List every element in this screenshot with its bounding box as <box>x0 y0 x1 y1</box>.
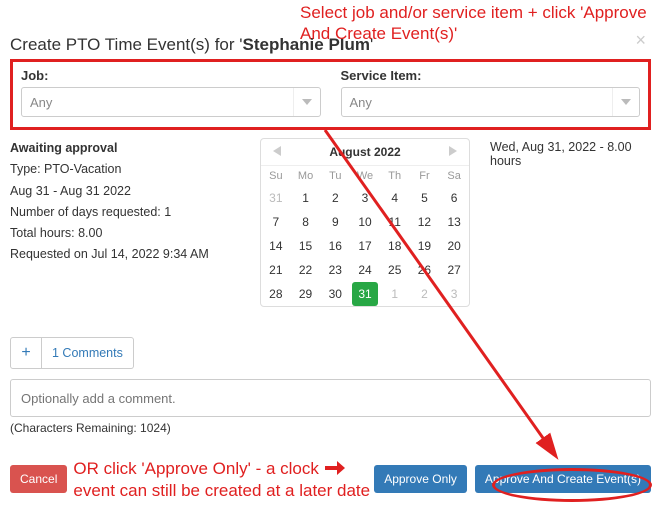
calendar-day[interactable]: 25 <box>380 258 410 282</box>
characters-remaining: (Characters Remaining: 1024) <box>10 421 651 435</box>
annotation-mid: OR click 'Approve Only' - a clock event … <box>73 457 370 501</box>
selected-day-info: Wed, Aug 31, 2022 - 8.00 hours <box>480 138 651 307</box>
calendar-day[interactable]: 30 <box>320 282 350 306</box>
calendar-day[interactable]: 14 <box>261 234 291 258</box>
detail-range: Aug 31 - Aug 31 2022 <box>10 181 250 202</box>
calendar-dow: Su <box>261 166 291 186</box>
calendar-dow: Sa <box>439 166 469 186</box>
detail-hours: Total hours: 8.00 <box>10 223 250 244</box>
calendar-day[interactable]: 6 <box>439 186 469 210</box>
calendar-day[interactable]: 2 <box>410 282 440 306</box>
job-service-highlight: Job: Any Service Item: Any <box>10 59 651 130</box>
request-details: Awaiting approval Type: PTO-Vacation Aug… <box>10 138 250 307</box>
calendar-day[interactable]: 19 <box>410 234 440 258</box>
calendar-day[interactable]: 11 <box>380 210 410 234</box>
service-item-value: Any <box>350 95 372 110</box>
calendar-day[interactable]: 23 <box>320 258 350 282</box>
calendar-day[interactable]: 18 <box>380 234 410 258</box>
calendar-day[interactable]: 9 <box>320 210 350 234</box>
calendar-day[interactable]: 26 <box>410 258 440 282</box>
calendar-dow: Th <box>380 166 410 186</box>
calendar-day[interactable]: 4 <box>380 186 410 210</box>
calendar-day[interactable]: 24 <box>350 258 380 282</box>
add-comment-button[interactable]: + <box>10 337 42 369</box>
calendar-day[interactable]: 31 <box>352 282 378 306</box>
detail-type: Type: PTO-Vacation <box>10 159 250 180</box>
comments-link[interactable]: 1 Comments <box>42 337 134 369</box>
approve-only-button[interactable]: Approve Only <box>374 465 467 493</box>
detail-requested: Requested on Jul 14, 2022 9:34 AM <box>10 244 250 265</box>
calendar-prev-icon[interactable] <box>269 145 285 159</box>
calendar-day[interactable]: 3 <box>439 282 469 306</box>
close-icon[interactable]: × <box>635 30 646 51</box>
chevron-down-icon <box>612 88 631 116</box>
calendar-dow: Mo <box>291 166 321 186</box>
calendar-month-title: August 2022 <box>329 145 400 159</box>
calendar-day[interactable]: 20 <box>439 234 469 258</box>
service-item-select[interactable]: Any <box>341 87 641 117</box>
status-heading: Awaiting approval <box>10 138 250 159</box>
calendar-dow: We <box>350 166 380 186</box>
calendar-day[interactable]: 16 <box>320 234 350 258</box>
calendar-dow: Tu <box>320 166 350 186</box>
annotation-top: Select job and/or service item + click '… <box>300 2 661 45</box>
calendar-day[interactable]: 31 <box>261 186 291 210</box>
comment-input[interactable] <box>10 379 651 417</box>
detail-numdays: Number of days requested: 1 <box>10 202 250 223</box>
calendar-day[interactable]: 8 <box>291 210 321 234</box>
calendar-day[interactable]: 21 <box>261 258 291 282</box>
job-select[interactable]: Any <box>21 87 321 117</box>
calendar-day[interactable]: 7 <box>261 210 291 234</box>
calendar-day[interactable]: 5 <box>410 186 440 210</box>
calendar-next-icon[interactable] <box>445 145 461 159</box>
calendar-day[interactable]: 17 <box>350 234 380 258</box>
calendar-day[interactable]: 22 <box>291 258 321 282</box>
calendar-day[interactable]: 12 <box>410 210 440 234</box>
calendar-day[interactable]: 2 <box>320 186 350 210</box>
calendar-day[interactable]: 13 <box>439 210 469 234</box>
calendar-day[interactable]: 10 <box>350 210 380 234</box>
chevron-down-icon <box>293 88 312 116</box>
calendar-dow: Fr <box>410 166 440 186</box>
job-select-value: Any <box>30 95 52 110</box>
cancel-button[interactable]: Cancel <box>10 465 67 493</box>
calendar-day[interactable]: 28 <box>261 282 291 306</box>
title-prefix: Create PTO Time Event(s) for ' <box>10 35 243 54</box>
approve-and-create-button[interactable]: Approve And Create Event(s) <box>475 465 651 493</box>
calendar-day[interactable]: 27 <box>439 258 469 282</box>
arrow-right-icon <box>325 457 345 481</box>
annotation-mid-line2: event can still be created at a later da… <box>73 481 370 501</box>
annotation-mid-line1: OR click 'Approve Only' - a clock <box>73 459 319 479</box>
service-item-label: Service Item: <box>341 68 641 83</box>
calendar-day[interactable]: 1 <box>380 282 410 306</box>
calendar-day[interactable]: 29 <box>291 282 321 306</box>
calendar: August 2022 SuMoTuWeThFrSa 3112345678910… <box>260 138 470 307</box>
calendar-day[interactable]: 15 <box>291 234 321 258</box>
job-label: Job: <box>21 68 321 83</box>
calendar-day[interactable]: 1 <box>291 186 321 210</box>
calendar-day[interactable]: 3 <box>350 186 380 210</box>
